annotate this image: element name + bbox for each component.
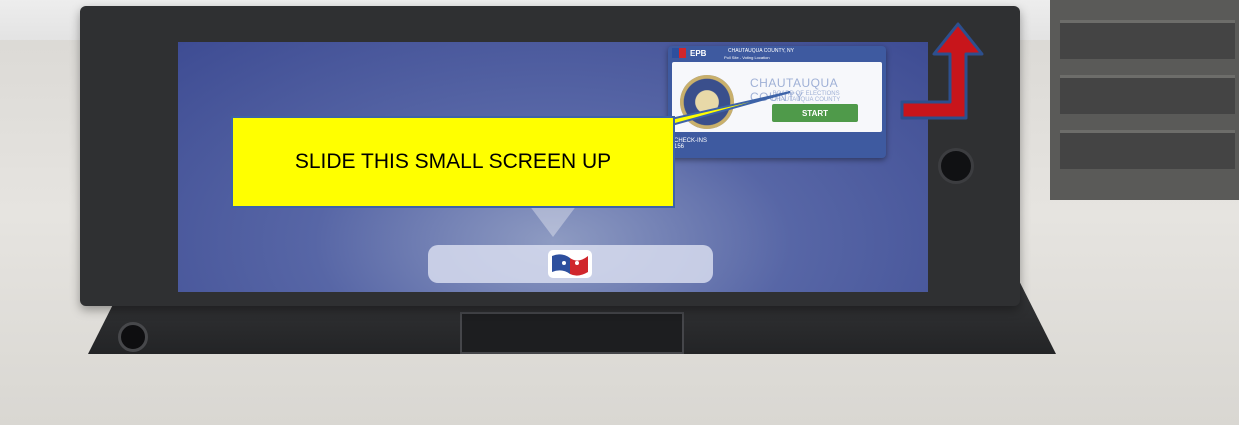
instruction-callout: SLIDE THIS SMALL SCREEN UP (231, 116, 675, 208)
board-sub-line: CHAUTAUQUA COUNTY (772, 97, 841, 103)
background-shelf (1050, 0, 1239, 200)
flag-app-icon[interactable] (548, 250, 592, 278)
shelf-slot (1060, 20, 1235, 59)
flag-app-icon (672, 48, 686, 58)
checkin-count: CHECK-INS 156 (674, 138, 707, 150)
app-card-body: CHAUTAUQUA COUNTY BOARD OF ELECTIONS CHA… (672, 62, 882, 132)
shelf-slot (1060, 75, 1235, 114)
stand-hole (118, 322, 148, 352)
app-dock[interactable] (428, 245, 713, 283)
header-line-1: CHAUTAUQUA COUNTY, NY (728, 48, 794, 54)
home-button[interactable] (938, 148, 974, 184)
header-line-2: Poll Site - Voting Location (724, 55, 770, 60)
county-seal-icon (680, 75, 734, 129)
shelf-slot (1060, 130, 1235, 169)
app-name: EPB (690, 48, 707, 58)
red-up-arrow-icon (900, 22, 984, 120)
stand-tab (460, 312, 684, 354)
board-name: BOARD OF ELECTIONS CHAUTAUQUA COUNTY (772, 91, 840, 103)
app-switcher-card[interactable]: EPB CHAUTAUQUA COUNTY, NY Poll Site - Vo… (668, 46, 886, 158)
start-button[interactable]: START (772, 104, 858, 122)
count-value: 156 (674, 144, 685, 150)
callout-text: SLIDE THIS SMALL SCREEN UP (294, 150, 612, 173)
